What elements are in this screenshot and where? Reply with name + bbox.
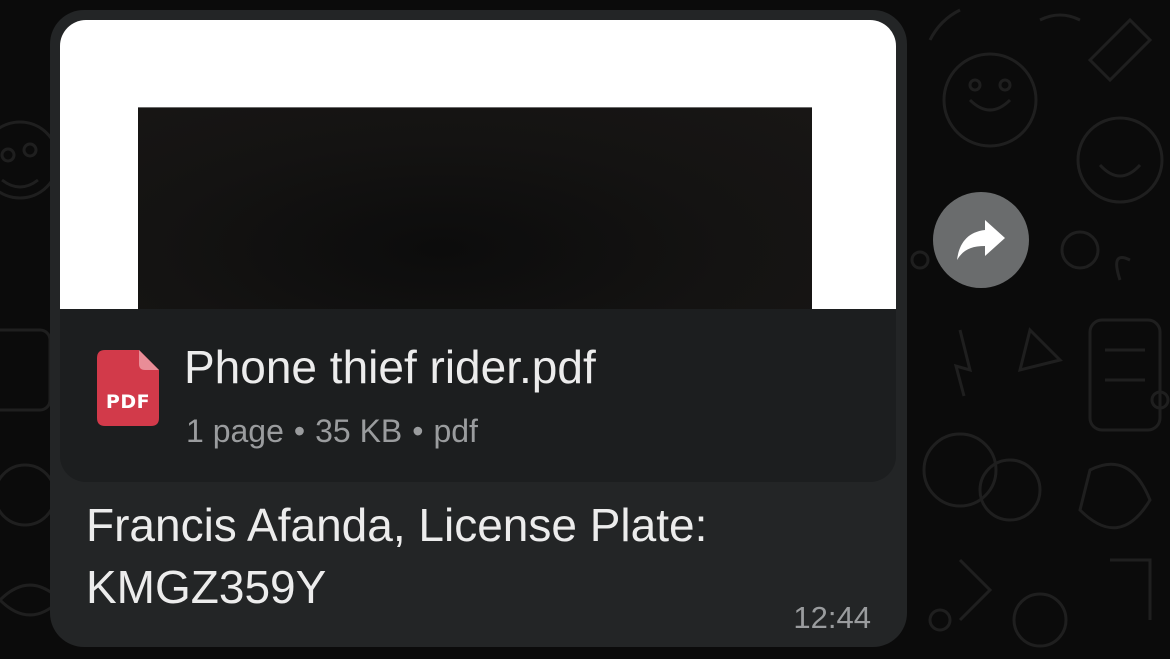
caption-line: Francis Afanda, License Plate: — [86, 499, 708, 551]
document-attachment[interactable]: PDF Phone thief rider.pdf 1 page • 35 KB • p… — [60, 20, 896, 482]
pdf-icon-label: PDF — [105, 391, 151, 413]
message-caption: Francis Afanda, License Plate: KMGZ359Y — [86, 494, 846, 618]
caption-line: KMGZ359Y — [86, 561, 327, 613]
message-bubble[interactable]: PDF Phone thief rider.pdf 1 page • 35 KB • p… — [50, 10, 907, 647]
file-name: Phone thief rider.pdf — [184, 341, 596, 393]
pdf-file-icon: PDF — [97, 350, 159, 426]
document-preview[interactable] — [60, 20, 896, 309]
message-timestamp: 12:44 — [793, 600, 871, 635]
meta-separator: • — [412, 413, 424, 449]
forward-button[interactable] — [933, 192, 1029, 288]
page-count: 1 page — [186, 413, 284, 449]
document-info[interactable]: PDF Phone thief rider.pdf 1 page • 35 KB • p… — [60, 309, 896, 482]
file-size: 35 KB — [315, 413, 403, 449]
meta-separator: • — [293, 413, 306, 449]
file-type: pdf — [433, 413, 478, 449]
document-page-thumbnail — [138, 108, 812, 309]
forward-arrow-icon — [957, 220, 1005, 260]
file-meta: 1 page • 35 KB • pdf — [186, 411, 478, 451]
